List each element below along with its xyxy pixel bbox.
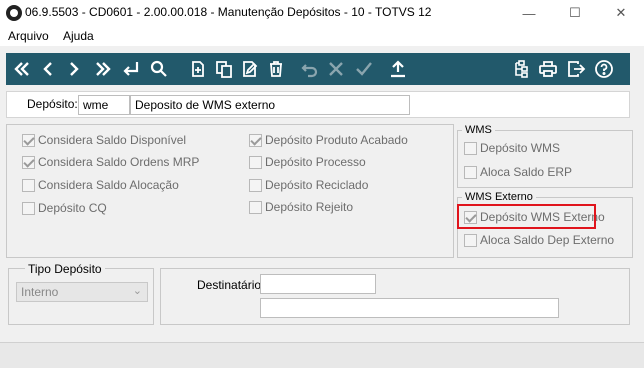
checkbox-label: Depósito Reciclado xyxy=(265,178,369,192)
checkbox-box xyxy=(22,201,35,215)
checkbox-box xyxy=(22,155,35,169)
minimize-icon: — xyxy=(522,5,536,21)
considera-saldo-disponivel-checkbox[interactable]: Considera Saldo Disponível xyxy=(22,133,186,147)
checkbox-box xyxy=(464,165,477,179)
checkbox-box xyxy=(22,133,35,147)
app-icon xyxy=(6,5,22,21)
considera-saldo-alocacao-checkbox[interactable]: Considera Saldo Alocação xyxy=(22,178,179,192)
search-icon[interactable] xyxy=(147,53,171,85)
tipo-deposito-title: Tipo Depósito xyxy=(25,262,105,276)
menu-arquivo[interactable]: Arquivo xyxy=(8,29,49,43)
aloca-saldo-dep-externo-checkbox[interactable]: Aloca Saldo Dep Externo xyxy=(464,233,614,247)
wms-group-title: WMS xyxy=(462,124,495,136)
deposito-wms-checkbox[interactable]: Depósito WMS xyxy=(464,141,560,155)
menu-bar: Arquivo Ajuda xyxy=(0,26,644,46)
checkbox-label: Aloca Saldo ERP xyxy=(480,165,573,179)
tree-icon[interactable] xyxy=(509,53,533,85)
status-bar xyxy=(0,342,644,368)
deposito-cq-checkbox[interactable]: Depósito CQ xyxy=(22,201,107,215)
deposito-description-field[interactable]: Deposito de WMS externo xyxy=(130,95,410,115)
wms-group: WMS Depósito WMS Aloca Saldo ERP xyxy=(457,124,633,188)
close-icon: ✕ xyxy=(615,5,627,20)
last-icon[interactable] xyxy=(91,53,115,85)
close-button[interactable]: ✕ xyxy=(598,0,644,26)
aloca-saldo-erp-checkbox[interactable]: Aloca Saldo ERP xyxy=(464,165,572,179)
deposito-label: Depósito: xyxy=(27,97,78,111)
first-icon[interactable] xyxy=(10,53,34,85)
save-icon[interactable] xyxy=(352,53,376,85)
considera-saldo-ordens-mrp-checkbox[interactable]: Considera Saldo Ordens MRP xyxy=(22,155,199,169)
checkbox-label: Depósito Rejeito xyxy=(265,200,354,214)
tipo-deposito-value: Interno xyxy=(21,285,59,299)
checkbox-label: Depósito Processo xyxy=(265,155,366,169)
menu-ajuda[interactable]: Ajuda xyxy=(63,29,94,43)
print-icon[interactable] xyxy=(536,53,560,85)
window-title: 06.9.5503 - CD0601 - 2.00.00.018 - Manut… xyxy=(25,5,432,19)
goto-icon[interactable] xyxy=(119,53,143,85)
tipo-deposito-group: Tipo Depósito Interno ⌄ xyxy=(8,262,154,325)
next-icon[interactable] xyxy=(62,53,86,85)
checkbox-label: Aloca Saldo Dep Externo xyxy=(480,233,615,247)
checkbox-box xyxy=(249,178,262,192)
previous-icon[interactable] xyxy=(36,53,60,85)
checkbox-box xyxy=(249,200,262,214)
deposito-produto-acabado-checkbox[interactable]: Depósito Produto Acabado xyxy=(249,133,408,147)
highlight-box xyxy=(457,204,596,229)
undo-icon[interactable] xyxy=(298,53,322,85)
maximize-icon: ☐ xyxy=(569,5,581,20)
tipo-deposito-select[interactable]: Interno ⌄ xyxy=(16,282,148,302)
deposito-processo-checkbox[interactable]: Depósito Processo xyxy=(249,155,366,169)
deposito-reciclado-checkbox[interactable]: Depósito Reciclado xyxy=(249,178,368,192)
header-panel: Depósito: wme Deposito de WMS externo xyxy=(6,91,630,118)
destinatario-field[interactable] xyxy=(260,274,376,294)
checkbox-box xyxy=(464,141,477,155)
toolbar xyxy=(6,53,630,85)
checkbox-label: Considera Saldo Alocação xyxy=(38,178,179,192)
checkbox-label: Considera Saldo Disponível xyxy=(38,133,187,147)
checkbox-label: Depósito CQ xyxy=(38,201,107,215)
minimize-button[interactable]: — xyxy=(506,0,552,26)
checkbox-box xyxy=(464,233,477,247)
checkbox-box xyxy=(249,155,262,169)
deposito-code-field[interactable]: wme xyxy=(78,95,130,115)
delete-icon[interactable] xyxy=(264,53,288,85)
cancel-icon[interactable] xyxy=(324,53,348,85)
maximize-button[interactable]: ☐ xyxy=(552,0,598,26)
destinatario-name-field[interactable] xyxy=(260,298,559,318)
help-icon[interactable] xyxy=(592,53,616,85)
copy-icon[interactable] xyxy=(212,53,236,85)
edit-icon[interactable] xyxy=(238,53,262,85)
checkbox-label: Depósito WMS xyxy=(480,141,561,155)
deposito-rejeito-checkbox[interactable]: Depósito Rejeito xyxy=(249,200,353,214)
destinatario-label: Destinatário: xyxy=(197,278,265,292)
upload-icon[interactable] xyxy=(386,53,410,85)
checkbox-box xyxy=(22,178,35,192)
title-bar: 06.9.5503 - CD0601 - 2.00.00.018 - Manut… xyxy=(0,0,644,26)
chevron-down-icon: ⌄ xyxy=(132,285,142,297)
exit-icon[interactable] xyxy=(564,53,588,85)
new-icon[interactable] xyxy=(186,53,210,85)
wms-externo-group-title: WMS Externo xyxy=(462,191,536,203)
checkbox-label: Depósito Produto Acabado xyxy=(265,133,408,147)
checkbox-box xyxy=(249,133,262,147)
options-panel: Considera Saldo Disponível Considera Sal… xyxy=(6,124,454,258)
destinatario-panel: Destinatário: xyxy=(160,268,630,325)
checkbox-label: Considera Saldo Ordens MRP xyxy=(38,155,200,169)
